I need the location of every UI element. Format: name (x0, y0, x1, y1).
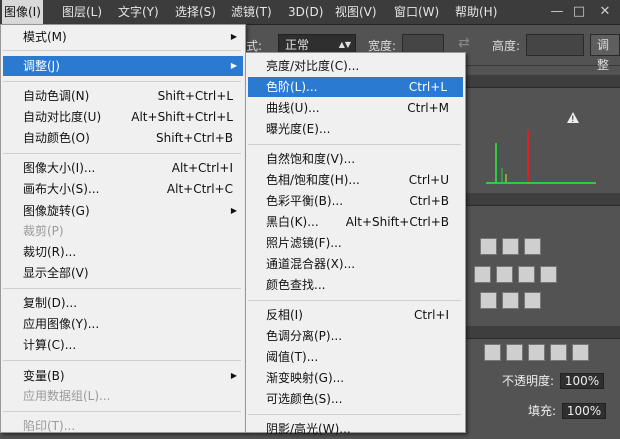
menu-divider (3, 50, 241, 51)
menu-item-color-balance[interactable]: 色彩平衡(B)... Ctrl+B (266, 191, 449, 211)
menu-item-trim[interactable]: 裁切(R)... (23, 242, 233, 262)
menu-item-auto-tone[interactable]: 自动色调(N) Shift+Ctrl+L (23, 86, 233, 106)
close-icon[interactable]: ✕ (596, 3, 614, 21)
menu-item-auto-color[interactable]: 自动颜色(O) Shift+Ctrl+B (23, 128, 233, 148)
menu-item-adjustments[interactable]: 调整(J) ▶ (3, 56, 243, 76)
menu-divider (3, 288, 241, 289)
menu-item-photo-filter[interactable]: 照片滤镜(F)... (266, 233, 449, 253)
menu-item-crop: 裁剪(P) (23, 224, 64, 238)
menu-item-threshold[interactable]: 阈值(T)... (266, 347, 449, 367)
filter-shape-icon[interactable] (550, 344, 567, 361)
levels-adjust-icon[interactable] (480, 238, 497, 255)
menu-divider (248, 144, 461, 145)
menu-item-exposure[interactable]: 曝光度(E)... (266, 119, 449, 139)
gradient-map-icon[interactable] (524, 292, 541, 309)
histogram-panel: ! (466, 88, 620, 188)
menu-item-reveal-all[interactable]: 显示全部(V) (23, 263, 233, 283)
photo-filter-icon[interactable] (518, 266, 535, 283)
posterize-icon[interactable] (480, 292, 497, 309)
height-label: 高度: (492, 39, 521, 53)
filter-type-icon[interactable] (528, 344, 545, 361)
menu-item-duplicate[interactable]: 复制(D)... (23, 293, 233, 313)
height-input[interactable] (526, 34, 584, 56)
balance-adjust-icon[interactable] (474, 266, 491, 283)
menu-item-brightness-contrast[interactable]: 亮度/对比度(C)... (266, 56, 456, 76)
menubar: 图像(I) 图层(L) 文字(Y) 选择(S) 滤镜(T) 3D(D) 视图(V… (0, 0, 620, 25)
menu-type[interactable]: 文字(Y) (116, 0, 161, 24)
menu-divider (3, 153, 241, 154)
menu-divider (3, 411, 241, 412)
fill-label: 填充: (528, 404, 557, 418)
menu-divider (3, 81, 241, 82)
adjustments-panel (466, 230, 620, 320)
layers-panel: 不透明度: 100% 填充: 100% (466, 340, 620, 431)
style-select-value: 正常 (285, 38, 310, 52)
svg-text:!: ! (571, 115, 575, 125)
menu-item-black-white[interactable]: 黑白(K)... Alt+Shift+Ctrl+B (266, 212, 449, 232)
menu-layer[interactable]: 图层(L) (60, 0, 104, 24)
menu-item-posterize[interactable]: 色调分离(P)... (266, 326, 449, 346)
menu-item-calculations[interactable]: 计算(C)... (23, 335, 233, 355)
fill-input[interactable]: 100% (561, 403, 607, 419)
adjust-edge-button[interactable]: 调整 (590, 34, 620, 72)
menu-item-image-rotation[interactable]: 图像旋转(G) ▶ (23, 201, 237, 221)
histogram-icon: ! (486, 112, 596, 184)
menu-item-image-size[interactable]: 图像大小(I)... Alt+Ctrl+I (23, 158, 233, 178)
menu-item-invert[interactable]: 反相(I) Ctrl+I (266, 305, 449, 325)
menu-item-vibrance[interactable]: 自然饱和度(V)... (266, 149, 449, 169)
menu-item-selective-color[interactable]: 可选颜色(S)... (266, 389, 449, 409)
submenu-arrow-icon: ▶ (230, 371, 237, 380)
menu-item-shadows-highlights[interactable]: 阴影/高光(W)... (266, 419, 449, 439)
minimize-icon[interactable]: — (548, 3, 566, 21)
menu-item-canvas-size[interactable]: 画布大小(S)... Alt+Ctrl+C (23, 179, 233, 199)
swap-icon[interactable]: ⇄ (458, 35, 470, 51)
menu-window[interactable]: 窗口(W) (392, 0, 441, 24)
menu-divider (248, 414, 461, 415)
menu-3d[interactable]: 3D(D) (286, 0, 325, 24)
filter-pixel-icon[interactable] (484, 344, 501, 361)
exposure-adjust-icon[interactable] (524, 238, 541, 255)
menu-item-color-lookup[interactable]: 颜色查找... (266, 275, 449, 295)
menu-item-channel-mixer[interactable]: 通道混合器(X)... (266, 254, 449, 274)
submenu-arrow-icon: ▶ (230, 32, 237, 41)
menu-item-apply-data-set: 应用数据组(L)... (23, 389, 111, 403)
panel-header (466, 75, 620, 88)
menu-filter[interactable]: 滤镜(T) (229, 0, 274, 24)
menu-item-variables[interactable]: 变量(B) ▶ (23, 366, 237, 386)
adjustments-submenu: 亮度/对比度(C)... 色阶(L)... Ctrl+L 曲线(U)... Ct… (245, 52, 466, 436)
channel-mixer-icon[interactable] (540, 266, 557, 283)
menu-item-gradient-map[interactable]: 渐变映射(G)... (266, 368, 449, 388)
submenu-arrow-icon: ▶ (230, 206, 237, 215)
menu-item-mode[interactable]: 模式(M) ▶ (23, 27, 237, 47)
menu-item-trap: 陷印(T)... (23, 419, 76, 433)
opacity-label: 不透明度: (502, 374, 555, 388)
bw-adjust-icon[interactable] (496, 266, 513, 283)
menu-select[interactable]: 选择(S) (173, 0, 218, 24)
maximize-icon[interactable]: □ (570, 3, 588, 21)
threshold-icon[interactable] (502, 292, 519, 309)
opacity-input[interactable]: 100% (559, 373, 605, 389)
menu-item-apply-image[interactable]: 应用图像(Y)... (23, 314, 233, 334)
filter-smart-icon[interactable] (572, 344, 589, 361)
menu-divider (248, 300, 461, 301)
menu-view[interactable]: 视图(V) (333, 0, 379, 24)
menu-item-hue-saturation[interactable]: 色相/饱和度(H)... Ctrl+U (266, 170, 449, 190)
adjustments-panel-header (466, 193, 620, 206)
submenu-arrow-icon: ▶ (230, 61, 237, 70)
curves-adjust-icon[interactable] (502, 238, 519, 255)
menu-item-auto-contrast[interactable]: 自动对比度(U) Alt+Shift+Ctrl+L (23, 107, 233, 127)
menu-item-levels[interactable]: 色阶(L)... Ctrl+L (248, 77, 463, 97)
menu-help[interactable]: 帮助(H) (453, 0, 499, 24)
menu-item-curves[interactable]: 曲线(U)... Ctrl+M (266, 98, 449, 118)
image-menu: 模式(M) ▶ 调整(J) ▶ 自动色调(N) Shift+Ctrl+L 自动对… (0, 24, 246, 433)
filter-adjust-icon[interactable] (506, 344, 523, 361)
menu-image[interactable]: 图像(I) (2, 0, 43, 24)
menu-divider (3, 360, 241, 361)
layers-panel-header (466, 326, 620, 339)
